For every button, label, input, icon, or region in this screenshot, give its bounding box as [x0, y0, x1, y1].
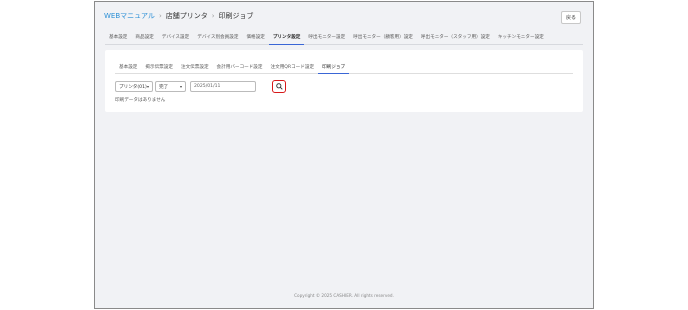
chevron-right-icon: ›	[158, 11, 162, 20]
tab-device-member[interactable]: デバイス別会員設定	[193, 34, 242, 44]
tab-printer[interactable]: プリンタ設定	[268, 34, 305, 45]
subtab-order-slip[interactable]: 注文伝票設定	[177, 64, 213, 73]
status-select[interactable]: 完了 ▾	[155, 81, 186, 92]
subtab-display-slip[interactable]: 掲示伝票設定	[141, 64, 177, 73]
back-button[interactable]: 戻る	[561, 11, 581, 24]
tab-call-monitor-staff[interactable]: 呼出モニター（スタッフ用）設定	[417, 34, 494, 44]
chevron-down-icon: ▾	[146, 84, 149, 89]
content-panel: 基本設定 掲示伝票設定 注文伝票設定 会計用バーコード設定 注文用QRコード設定…	[105, 50, 583, 112]
tab-product[interactable]: 商品設定	[131, 34, 157, 44]
empty-state-text: 印刷データはありません	[115, 98, 166, 103]
tab-kitchen-monitor[interactable]: キッチンモニター設定	[494, 34, 548, 44]
status-select-value: 完了	[159, 84, 169, 90]
tab-device[interactable]: デバイス設定	[158, 34, 193, 44]
printer-select[interactable]: プリンタ(01) ▾	[115, 81, 153, 92]
subtab-checkout-barcode[interactable]: 会計用バーコード設定	[213, 64, 267, 73]
tab-call-monitor-customer[interactable]: 呼出モニター（顧客用）設定	[349, 34, 417, 44]
filter-bar: プリンタ(01) ▾ 完了 ▾ 2025/01/11	[115, 81, 256, 92]
subtab-print-job[interactable]: 印刷ジョブ	[318, 64, 350, 74]
printer-select-value: プリンタ(01)	[119, 84, 147, 90]
tab-basic[interactable]: 基本設定	[105, 34, 131, 44]
breadcrumb: WEBマニュアル › 店舗プリンタ › 印刷ジョブ	[104, 11, 254, 21]
main-tab-bar: 基本設定 商品設定 デバイス設定 デバイス別会員設定 価格設定 プリンタ設定 呼…	[105, 30, 583, 45]
subtab-order-qr[interactable]: 注文用QRコード設定	[267, 64, 319, 73]
chevron-down-icon: ▾	[179, 84, 182, 89]
subtab-basic[interactable]: 基本設定	[115, 64, 141, 73]
page-header: WEBマニュアル › 店舗プリンタ › 印刷ジョブ 戻る	[95, 2, 593, 29]
app-window: WEBマニュアル › 店舗プリンタ › 印刷ジョブ 戻る 基本設定 商品設定 デ…	[94, 1, 594, 309]
chevron-right-icon: ›	[211, 11, 215, 20]
search-icon	[275, 83, 283, 90]
footer-copyright: Copyright © 2025 CASHIER. All rights res…	[294, 293, 394, 298]
breadcrumb-root-link[interactable]: WEBマニュアル	[104, 11, 155, 21]
breadcrumb-current: 印刷ジョブ	[218, 11, 254, 20]
tab-call-monitor[interactable]: 呼出モニター設定	[304, 34, 349, 44]
sub-tab-bar: 基本設定 掲示伝票設定 注文伝票設定 会計用バーコード設定 注文用QRコード設定…	[115, 60, 573, 74]
date-input[interactable]: 2025/01/11	[190, 81, 256, 92]
search-button[interactable]	[272, 80, 286, 93]
breadcrumb-mid[interactable]: 店舗プリンタ	[166, 11, 208, 21]
tab-price[interactable]: 価格設定	[242, 34, 268, 44]
